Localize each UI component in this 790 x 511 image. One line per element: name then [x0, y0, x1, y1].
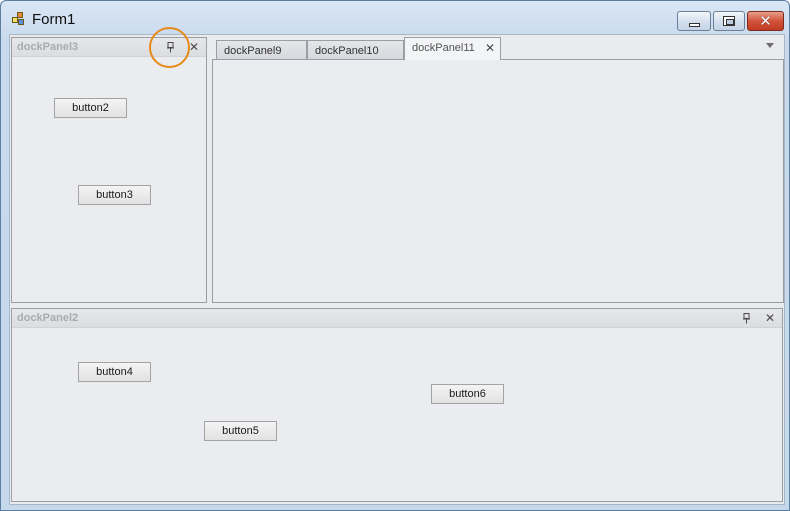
tab-list-dropdown-icon[interactable] [766, 43, 774, 48]
app-icon[interactable] [12, 12, 26, 26]
button3[interactable]: button3 [78, 185, 151, 205]
dock-panel-3-title: dockPanel3 [17, 41, 79, 53]
tab-label: dockPanel10 [315, 45, 379, 57]
tab-dockpanel10[interactable]: dockPanel10 [307, 40, 404, 59]
tab-label: dockPanel9 [224, 45, 282, 57]
dock-panel-2-caption[interactable]: dockPanel2 ✕ [12, 309, 782, 328]
form-client-area: dockPanel3 ✕ button2 button3 dockPanel9 … [9, 34, 785, 505]
tab-dockpanel11[interactable]: dockPanel11 ✕ [404, 37, 501, 60]
highlight-circle-annotation [149, 27, 190, 68]
dock-panel-3: dockPanel3 ✕ button2 button3 [11, 37, 207, 303]
pin-icon[interactable] [740, 312, 752, 324]
title-bar[interactable]: Form1 ✕ [1, 1, 789, 35]
form1-window: Form1 ✕ dockPanel3 ✕ button2 button3 doc… [0, 0, 790, 511]
close-icon[interactable]: ✕ [764, 311, 776, 325]
dock-panel-2-title: dockPanel2 [17, 312, 79, 324]
button6[interactable]: button6 [431, 384, 504, 404]
minimize-button[interactable] [677, 11, 711, 31]
minimize-icon [688, 22, 700, 27]
close-button[interactable]: ✕ [747, 11, 784, 31]
tab-dockpanel9[interactable]: dockPanel9 [216, 40, 307, 59]
window-title: Form1 [32, 11, 76, 28]
maximize-icon [723, 16, 735, 26]
maximize-button[interactable] [713, 11, 745, 31]
dock-panel-2: dockPanel2 ✕ button4 button5 button6 [11, 308, 783, 502]
document-tab-area: dockPanel9 dockPanel10 dockPanel11 ✕ [212, 37, 784, 303]
close-icon: ✕ [759, 12, 772, 30]
tab-close-icon[interactable]: ✕ [485, 41, 495, 55]
dock-panel-11-content [212, 59, 784, 303]
button4[interactable]: button4 [78, 362, 151, 382]
button2[interactable]: button2 [54, 98, 127, 118]
tab-label: dockPanel11 [412, 42, 475, 54]
button5[interactable]: button5 [204, 421, 277, 441]
